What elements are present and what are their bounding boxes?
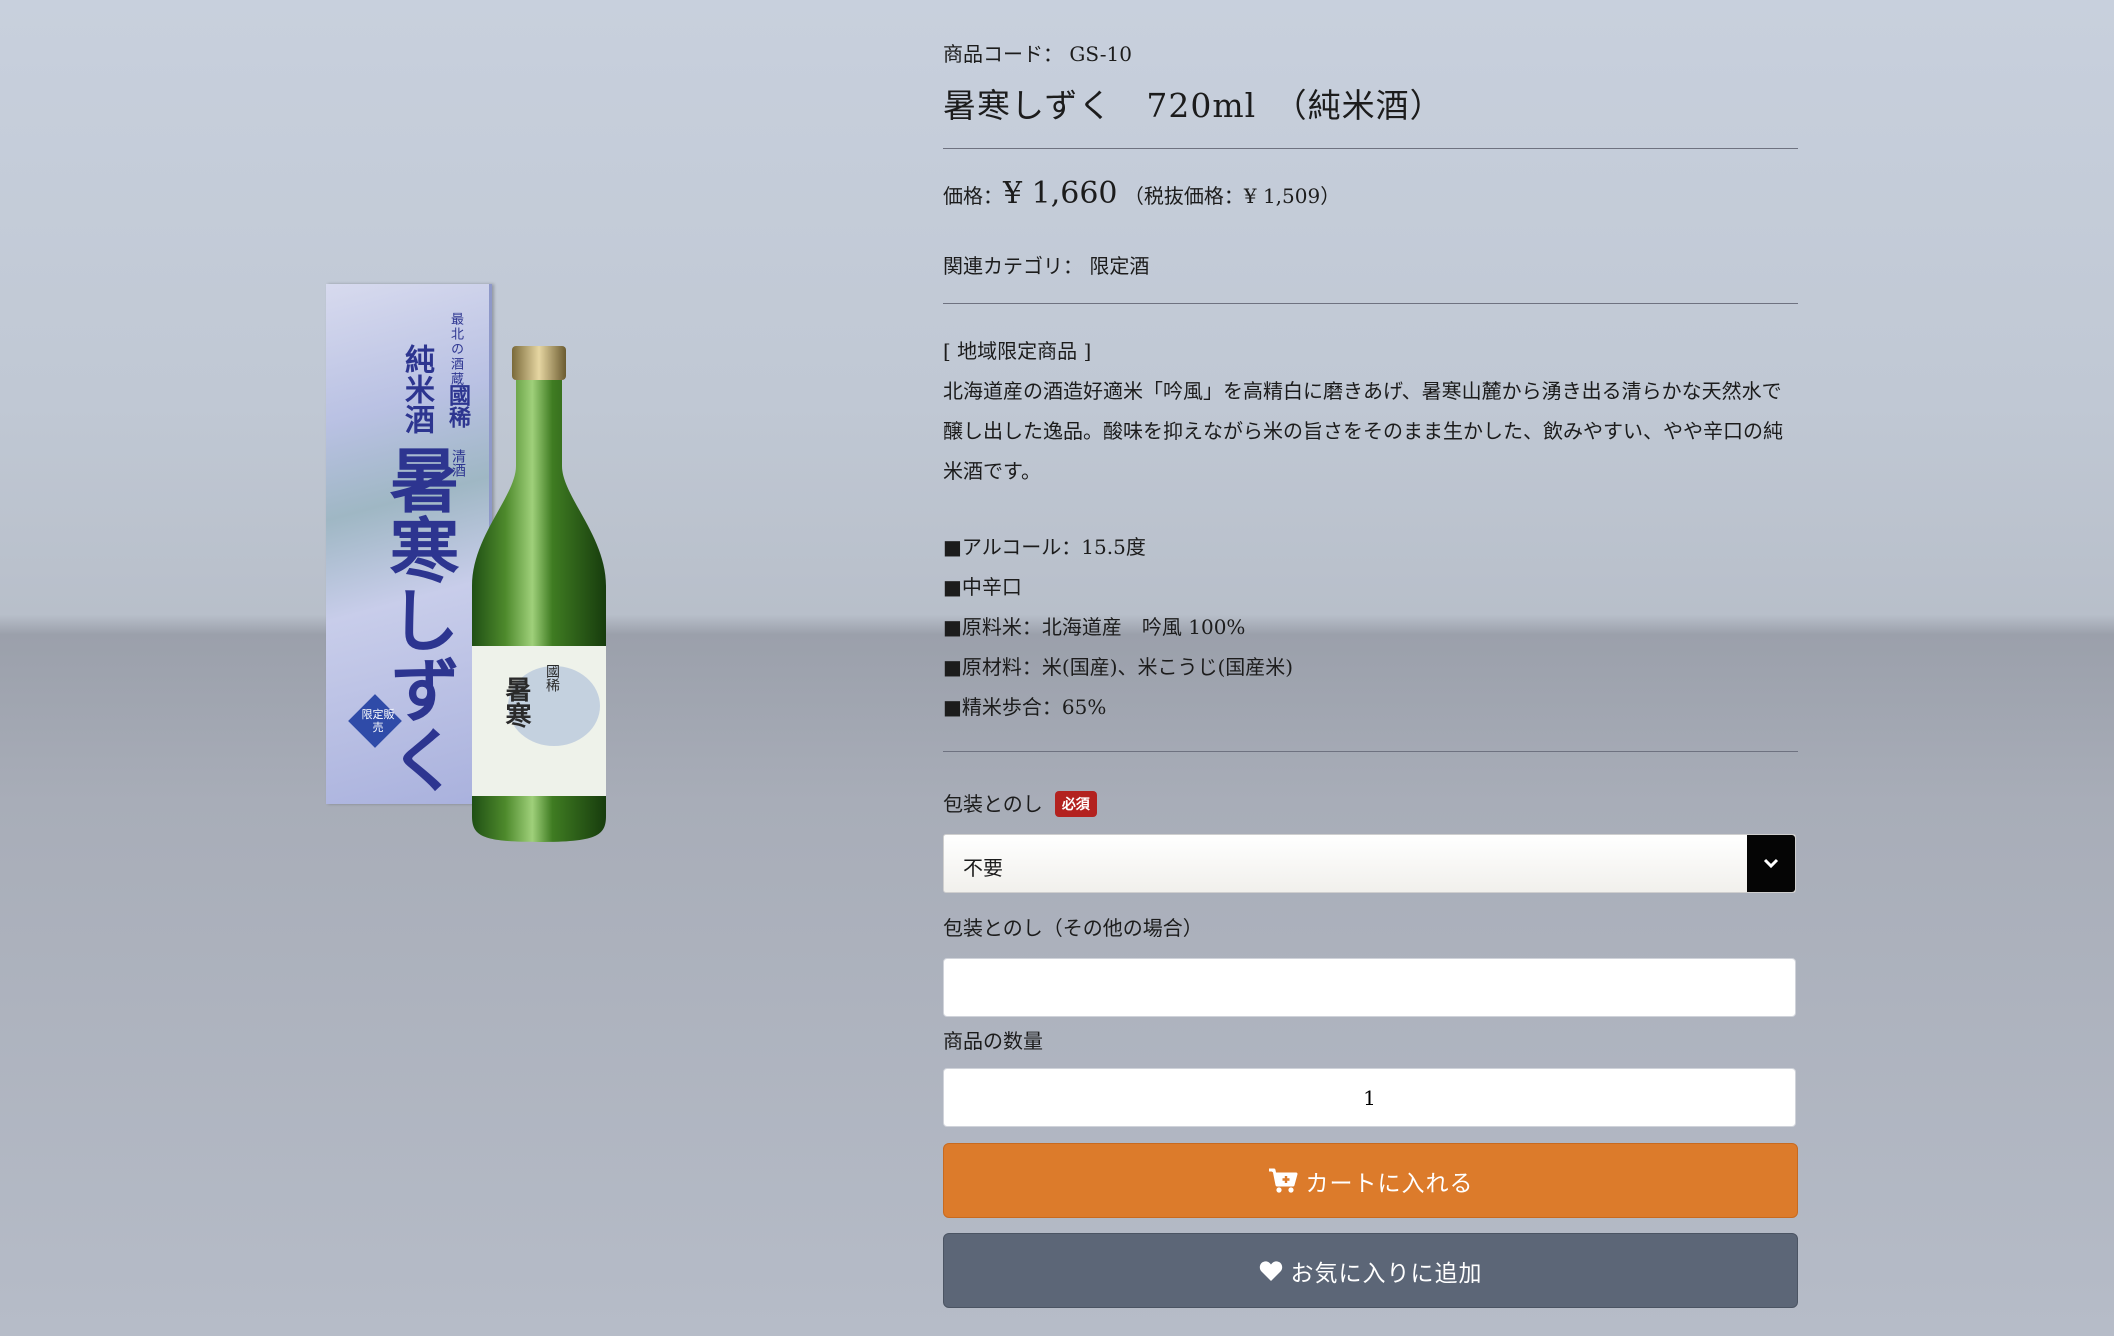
wrapping-other-label: 包装とのし（その他の場合） <box>943 916 1203 940</box>
description-tag: [ 地域限定商品 ] <box>943 339 1092 363</box>
related-category: 関連カテゴリ： 限定酒 <box>943 250 1149 279</box>
quantity-input[interactable] <box>943 1068 1796 1127</box>
heart-icon <box>1259 1260 1283 1282</box>
box-name-text: 暑寒しずく <box>378 444 461 794</box>
spec-item: ■原材料：米(国産)、米こうじ(国産米) <box>943 655 1294 679</box>
add-to-cart-button[interactable]: カートに入れる <box>943 1143 1798 1218</box>
description-body: 北海道産の酒造好適米「吟風」を高精白に磨きあげ、暑寒山麓から湧き出る清らかな天然… <box>943 379 1783 483</box>
add-to-favorites-button[interactable]: お気に入りに追加 <box>943 1233 1798 1308</box>
category-link[interactable]: 限定酒 <box>1089 254 1149 278</box>
add-to-cart-label: カートに入れる <box>1305 1170 1474 1197</box>
box-type-text: 純米酒 <box>399 344 434 434</box>
spec-item: ■精米歩合：65% <box>943 695 1107 719</box>
price-line: 価格：¥ 1,660 （税抜価格：¥ 1,509） <box>943 176 1340 211</box>
price-label: 価格： <box>943 184 1003 208</box>
product-image: 最北の酒蔵 純米酒 國稀 清酒 暑寒しずく 限定販売 暑寒 國稀 <box>326 282 626 852</box>
wrapping-label-text: 包装とのし <box>943 792 1043 816</box>
chevron-down-icon[interactable] <box>1747 835 1795 892</box>
product-description: [ 地域限定商品 ] 北海道産の酒造好適米「吟風」を高精白に磨きあげ、暑寒山麓か… <box>943 331 1793 491</box>
category-label: 関連カテゴリ： <box>943 254 1083 278</box>
wrapping-label: 包装とのし 必須 <box>943 788 1097 817</box>
sake-bottle-icon: 暑寒 國稀 <box>472 346 606 842</box>
wrapping-select-value: 不要 <box>963 856 1003 880</box>
wrapping-other-input[interactable] <box>943 958 1796 1017</box>
product-specs: ■アルコール：15.5度 ■中辛口 ■原料米：北海道産 吟風 100% ■原材料… <box>943 527 1293 727</box>
svg-text:國稀: 國稀 <box>544 664 560 692</box>
quantity-label: 商品の数量 <box>943 1029 1043 1053</box>
limited-badge-text: 限定販売 <box>361 708 395 735</box>
product-code-label: 商品コード： <box>943 42 1063 66</box>
product-code-value: GS-10 <box>1069 42 1132 66</box>
spec-item: ■原料米：北海道産 吟風 100% <box>943 615 1246 639</box>
divider <box>943 148 1798 149</box>
wrapping-select[interactable]: 不要 <box>943 834 1796 893</box>
cart-icon <box>1268 1168 1298 1194</box>
price-value: ¥ 1,660 <box>1003 176 1118 211</box>
required-badge: 必須 <box>1054 791 1097 817</box>
spec-item: ■アルコール：15.5度 <box>943 535 1146 559</box>
price-excl-tax: （税抜価格：¥ 1,509） <box>1123 184 1341 208</box>
add-to-favorites-label: お気に入りに追加 <box>1290 1260 1483 1287</box>
spec-item: ■中辛口 <box>943 575 1022 599</box>
svg-text:暑寒: 暑寒 <box>501 676 531 729</box>
product-code: 商品コード： GS-10 <box>943 38 1132 67</box>
divider <box>943 303 1798 304</box>
divider <box>943 751 1798 752</box>
product-title: 暑寒しずく 720ml （純米酒） <box>943 86 1444 125</box>
